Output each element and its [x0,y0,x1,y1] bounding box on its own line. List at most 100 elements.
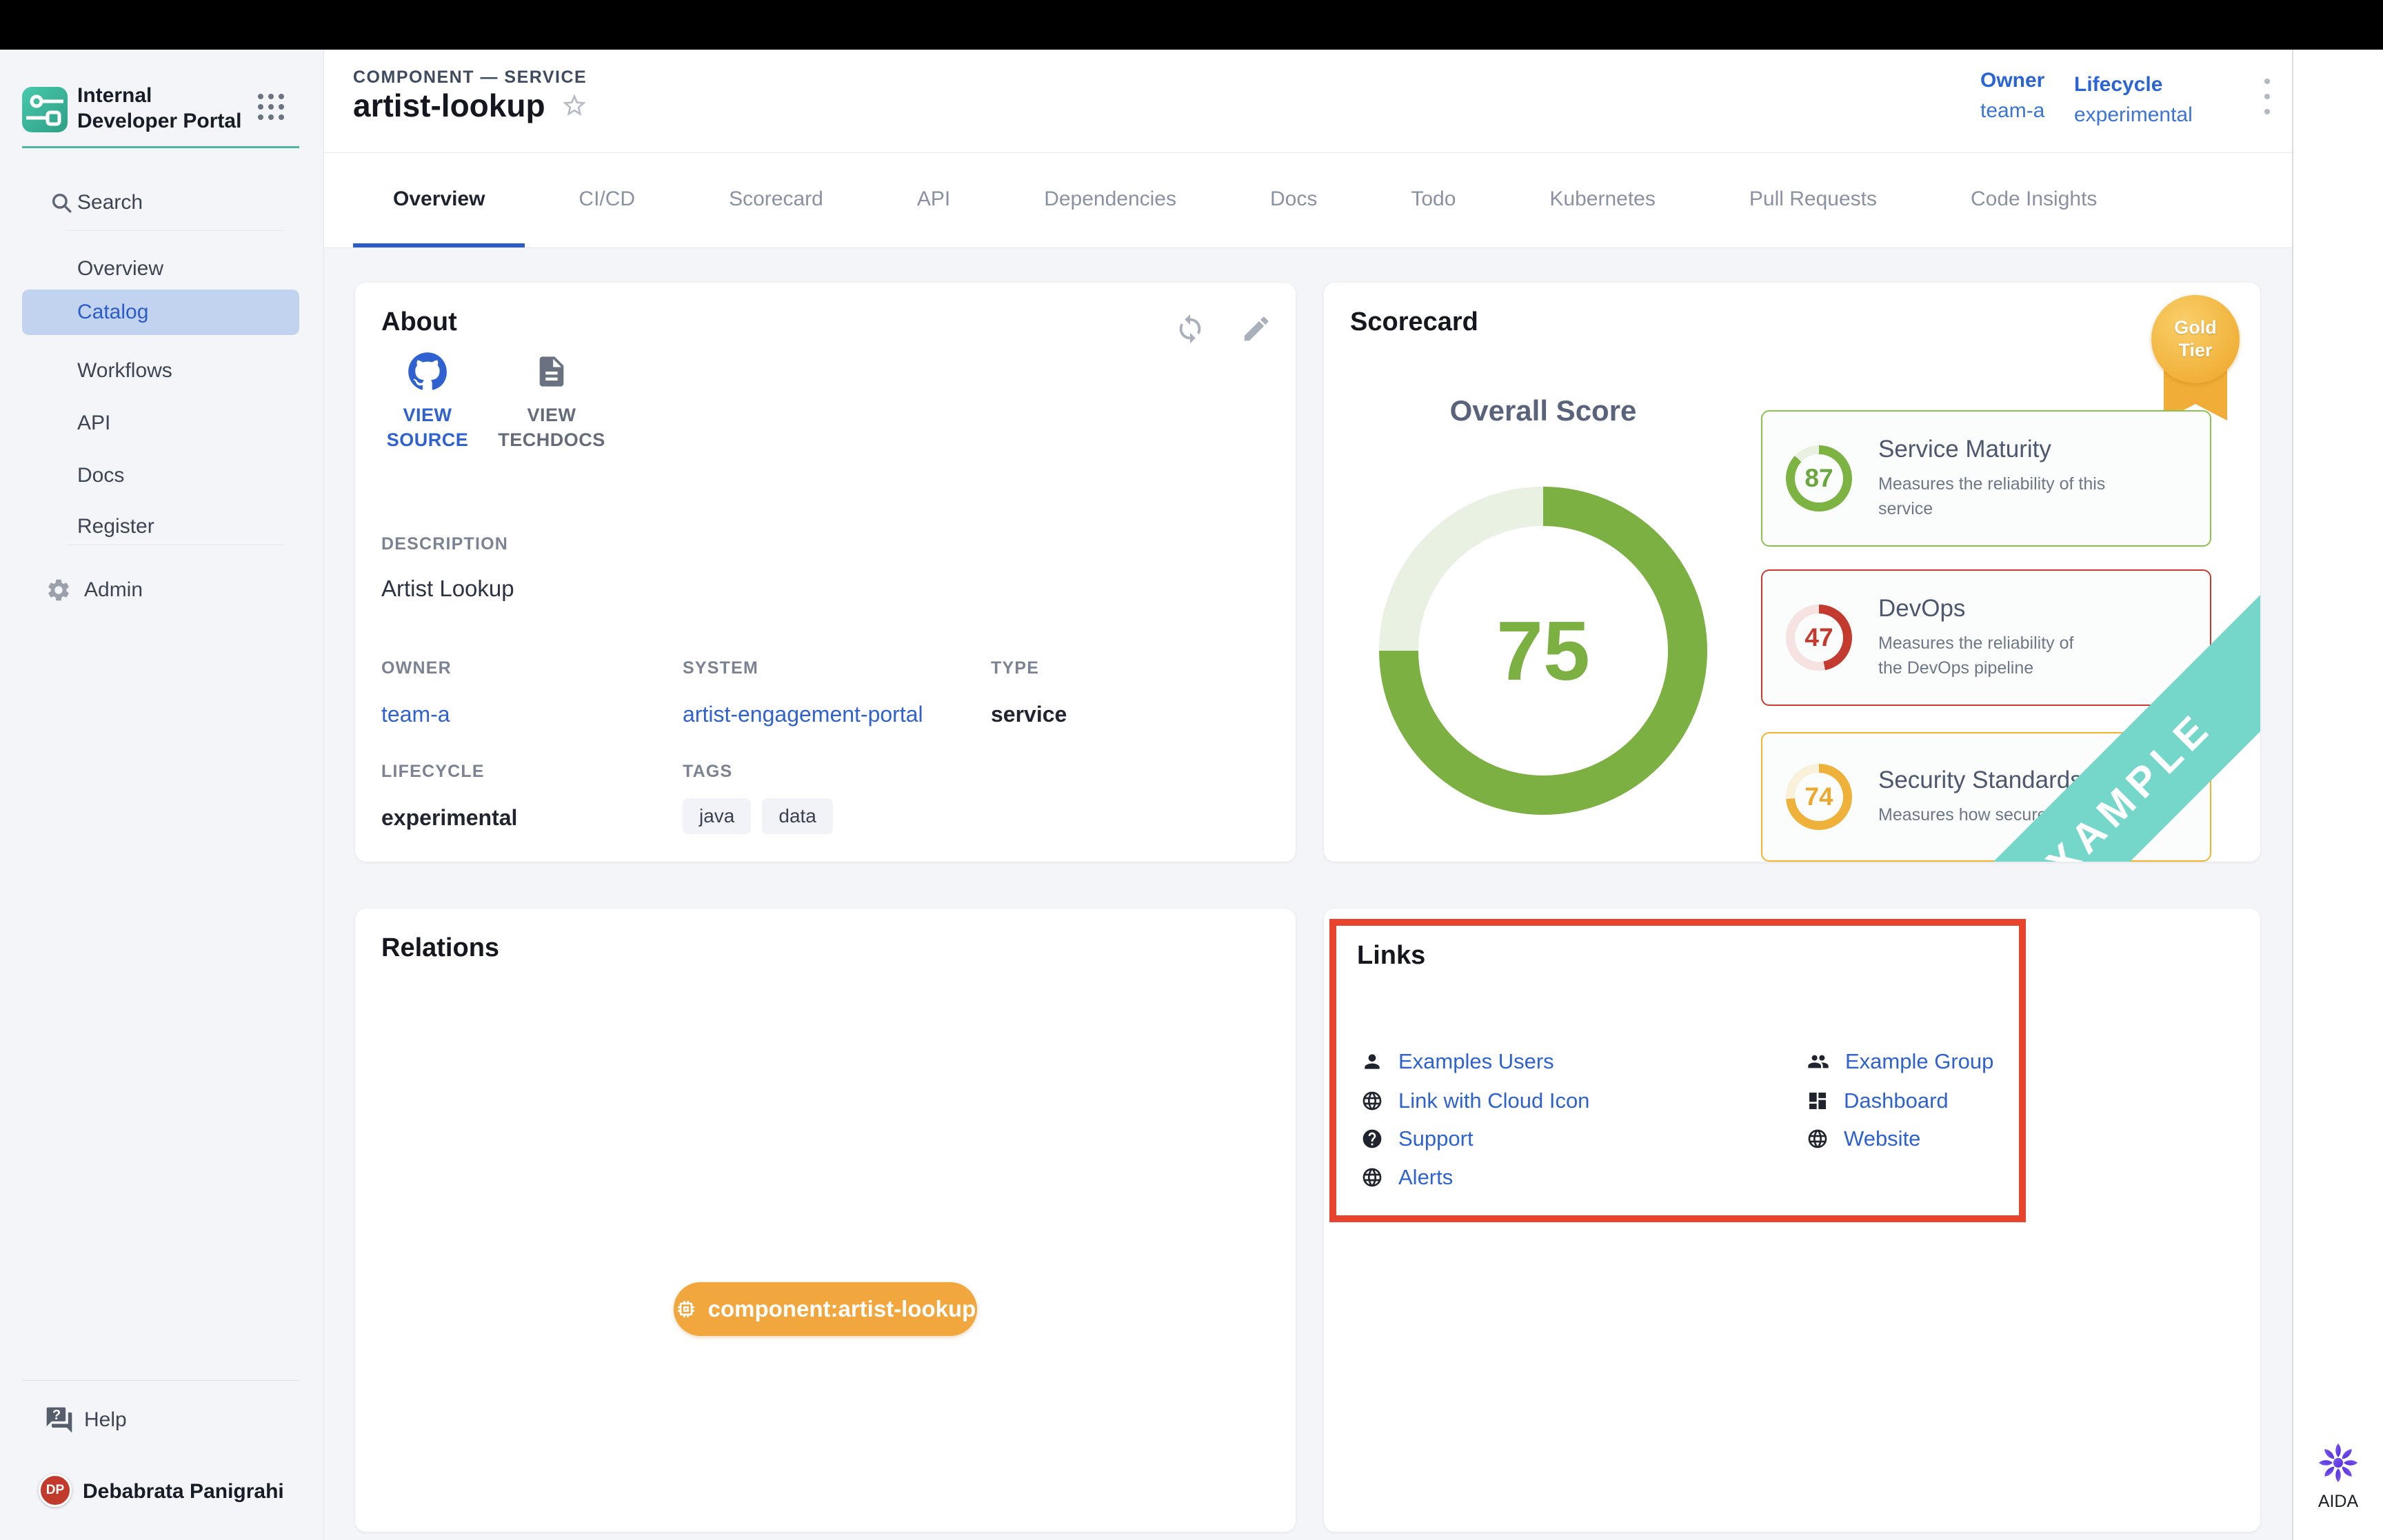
sidebar-item-label: Overview [77,257,163,281]
breadcrumb: COMPONENT — SERVICE [353,68,587,88]
refresh-icon[interactable] [1174,313,1206,345]
link-examples-users[interactable]: Examples Users [1361,1047,1554,1076]
tab-todo[interactable]: Todo [1371,153,1496,247]
link-website[interactable]: Website [1807,1124,1920,1153]
tab-api[interactable]: API [877,153,990,247]
badge-line1: Gold [2174,316,2217,339]
link-cloud-icon[interactable]: Link with Cloud Icon [1361,1086,1589,1115]
sidebar-item-docs[interactable]: Docs [0,458,324,494]
sidebar-item-workflows[interactable]: Workflows [0,353,324,389]
tab-dependencies[interactable]: Dependencies [1004,153,1216,247]
globe-icon [1361,1166,1383,1188]
link-support[interactable]: Support [1361,1124,1474,1153]
browser-topbar [0,0,2383,50]
globe-icon [1361,1090,1383,1112]
overall-score-value: 75 [1496,602,1590,699]
tab-pull-requests[interactable]: Pull Requests [1709,153,1917,247]
sidebar-item-label: Docs [77,464,124,487]
entity-header: COMPONENT — SERVICE artist-lookup Owner … [324,50,2383,153]
lifecycle-field-value: experimental [381,805,517,831]
metric-card-service-maturity[interactable]: 87 Service Maturity Measures the reliabi… [1761,410,2211,547]
group-icon [1807,1051,1830,1073]
sidebar-item-help[interactable]: ? Help [0,1402,324,1438]
metric-name: DevOps [1878,595,2085,622]
favorite-star-icon[interactable] [561,92,588,119]
metric-description: Measures the reliability of this service [1878,472,2154,521]
metric-name: Service Maturity [1878,436,2154,463]
sidebar-item-overview[interactable]: Overview [0,251,324,287]
sidebar-item-register[interactable]: Register [0,509,324,545]
divider [22,1380,299,1381]
link-dashboard[interactable]: Dashboard [1807,1086,1949,1115]
question-mark-glyph: ? [52,1408,61,1424]
metric-gauge: 74 [1786,764,1852,830]
brand-divider [22,146,299,148]
user-icon [1361,1051,1383,1073]
about-card: About VIEW SOURCE VIEW TECHDOCS DESCRIPT… [355,283,1296,862]
sidebar-item-search[interactable]: Search [0,185,324,221]
system-field-value[interactable]: artist-engagement-portal [683,702,923,727]
link-alerts[interactable]: Alerts [1361,1163,1453,1192]
edit-pencil-icon[interactable] [1240,313,1272,345]
sidebar-item-label: Search [77,191,143,214]
relations-node-label: component:artist-lookup [708,1296,976,1322]
user-name: Debabrata Panigrahi [83,1480,284,1503]
aida-flower-icon [2316,1441,2360,1485]
gear-icon [46,577,72,603]
sidebar-item-label: Catalog [77,301,148,324]
sidebar-item-label: Admin [84,578,143,602]
user-menu[interactable]: DP Debabrata Panigrahi [0,1470,324,1514]
tab-code-insights[interactable]: Code Insights [1931,153,2137,247]
view-source-label: VIEW SOURCE [383,403,472,452]
aida-assistant-button[interactable]: AIDA [2293,1441,2383,1512]
dashboard-icon [1807,1090,1829,1112]
view-techdocs-button[interactable]: VIEW TECHDOCS [496,352,607,452]
relations-node[interactable]: component:artist-lookup [674,1282,977,1336]
metric-card-devops[interactable]: 47 DevOps Measures the reliability of th… [1761,569,2211,706]
description-label: DESCRIPTION [381,534,508,554]
document-icon [534,352,570,392]
metric-score: 47 [1795,614,1843,662]
entity-tabs: Overview CI/CD Scorecard API Dependencie… [324,153,2383,248]
internal-developer-portal-page: Internal Developer Portal Search Overvie… [0,0,2383,1540]
metric-gauge: 87 [1786,445,1852,511]
right-rail: AIDA [2293,50,2383,1540]
link-example-group[interactable]: Example Group [1807,1047,1993,1076]
tab-scorecard[interactable]: Scorecard [689,153,863,247]
tab-kubernetes[interactable]: Kubernetes [1509,153,1695,247]
tag-chip[interactable]: java [683,798,751,834]
card-title: Relations [381,933,499,963]
sidebar-item-api[interactable]: API [0,405,324,441]
tab-overview[interactable]: Overview [353,153,525,247]
view-techdocs-label: VIEW TECHDOCS [496,403,607,452]
overall-score-label: Overall Score [1405,394,1681,427]
search-icon [50,191,73,214]
tag-chip[interactable]: data [762,798,833,834]
type-field-label: TYPE [991,658,1039,678]
card-title: About [381,307,457,337]
apps-grid-icon[interactable] [258,94,287,123]
tab-docs[interactable]: Docs [1230,153,1357,247]
owner-field-label: OWNER [381,658,452,678]
badge-line2: Tier [2174,339,2217,362]
view-source-button[interactable]: VIEW SOURCE [383,352,472,452]
owner-value[interactable]: team-a [1980,99,2044,123]
sidebar-item-catalog[interactable]: Catalog [22,290,299,335]
brand-title: Internal Developer Portal [77,83,250,134]
tab-cicd[interactable]: CI/CD [539,153,675,247]
metric-score: 74 [1795,773,1843,821]
app-logo-icon [22,87,68,132]
owner-field-value[interactable]: team-a [381,702,450,727]
sidebar: Internal Developer Portal Search Overvie… [0,50,324,1540]
overall-score-value-wrap: 75 [1418,526,1668,776]
kebab-menu-icon[interactable] [2253,79,2281,123]
globe-icon [1807,1128,1829,1150]
sidebar-item-admin[interactable]: Admin [0,572,324,608]
description-value: Artist Lookup [381,576,514,602]
tags-field-label: TAGS [683,762,732,782]
divider [66,230,284,231]
lifecycle-value: experimental [2074,103,2193,127]
sidebar-item-label: Help [84,1408,127,1432]
system-field-label: SYSTEM [683,658,758,678]
owner-meta[interactable]: Owner team-a [1980,69,2044,123]
